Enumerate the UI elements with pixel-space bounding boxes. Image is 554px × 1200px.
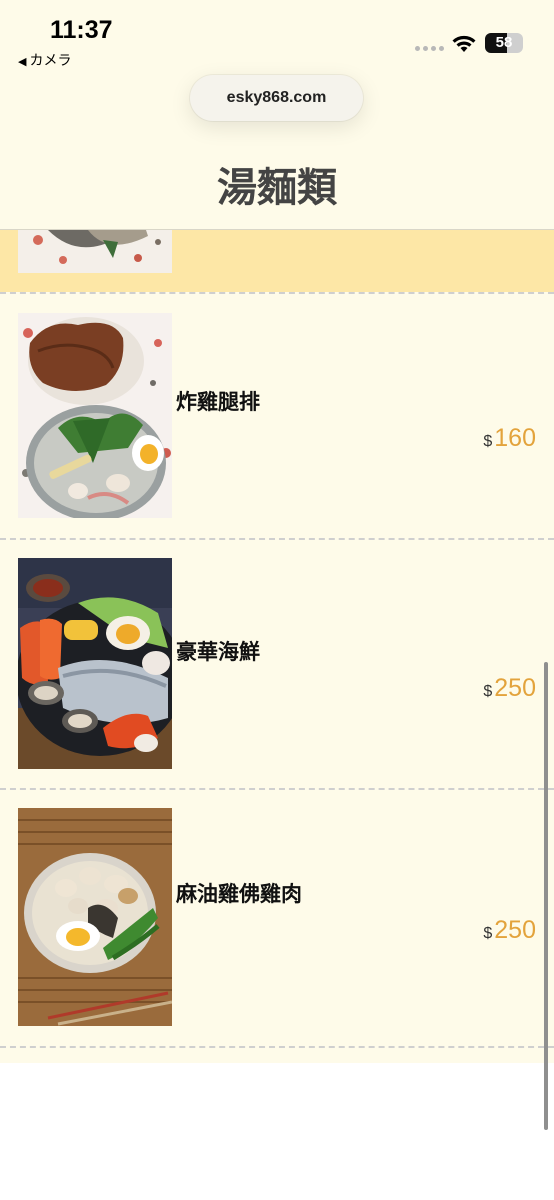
- price-value: 250: [494, 916, 536, 944]
- scrollbar[interactable]: [544, 662, 548, 1130]
- item-price: $250: [483, 916, 536, 945]
- menu-item[interactable]: 炸雞腿排 $160: [0, 294, 554, 538]
- battery-percent: 58: [495, 34, 513, 51]
- currency-symbol: $: [483, 433, 493, 450]
- menu-item[interactable]: 豪華海鮮 $250: [0, 540, 554, 788]
- battery-icon: 58: [485, 33, 523, 53]
- back-to-app-link[interactable]: ◀ カメラ: [18, 50, 71, 70]
- item-price: $160: [483, 424, 536, 453]
- item-name: 麻油雞佛雞肉: [176, 881, 302, 906]
- status-time: 11:37: [50, 16, 113, 44]
- currency-symbol: $: [483, 925, 493, 942]
- status-bar: 11:37 ◀ カメラ 58: [0, 0, 554, 70]
- signal-dots-icon: [415, 46, 444, 51]
- price-value: 250: [494, 674, 536, 702]
- screen: 11:37 ◀ カメラ 58 esky868.com 湯麵類 炸雞腿排 $160…: [0, 0, 554, 1200]
- url-bar[interactable]: esky868.com: [190, 75, 363, 121]
- page-title: 湯麵類: [217, 165, 337, 211]
- menu-item-partial[interactable]: [0, 230, 554, 292]
- dish-photo: [18, 558, 172, 769]
- dish-photo: [18, 313, 172, 518]
- wifi-icon: [450, 32, 478, 58]
- dish-photo: [18, 808, 172, 1026]
- item-name: 豪華海鮮: [176, 639, 260, 664]
- item-divider: [0, 1046, 554, 1048]
- price-value: 160: [494, 424, 536, 452]
- menu-item[interactable]: 麻油雞佛雞肉 $250: [0, 790, 554, 1046]
- back-triangle-icon: ◀: [18, 55, 27, 68]
- dish-photo: [18, 230, 172, 273]
- currency-symbol: $: [483, 683, 493, 700]
- back-app-label: カメラ: [29, 53, 72, 69]
- item-price: $250: [483, 674, 536, 703]
- item-name: 炸雞腿排: [176, 389, 260, 414]
- page-bottom-area: [0, 1063, 554, 1200]
